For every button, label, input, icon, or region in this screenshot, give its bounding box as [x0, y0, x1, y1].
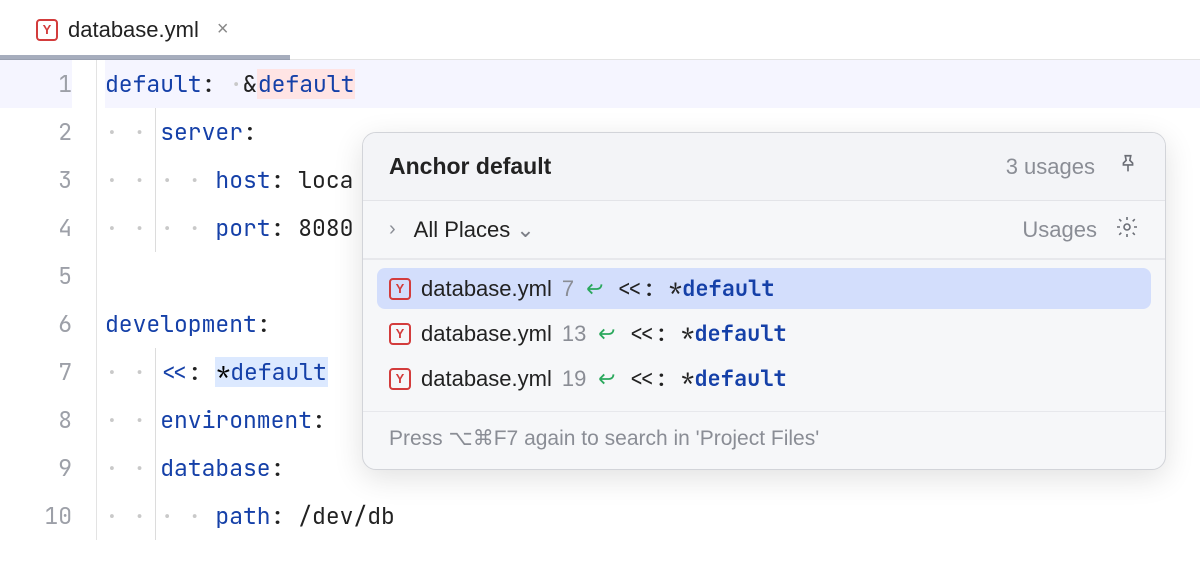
- usage-item[interactable]: Y database.yml 7 <<: *default: [377, 268, 1151, 309]
- tab-filename: database.yml: [68, 17, 199, 43]
- popup-toolbar: › All Places ⌄ Usages: [363, 201, 1165, 259]
- usages-count: 3 usages: [1006, 154, 1095, 180]
- gutter-line: 2: [0, 108, 72, 156]
- tab-bar: Y database.yml ×: [0, 0, 1200, 60]
- chevron-down-icon: ⌄: [516, 217, 534, 243]
- code-line-1[interactable]: default: ·&default: [105, 60, 1200, 108]
- gutter-line: 3: [0, 156, 72, 204]
- gutter-line: 9: [0, 444, 72, 492]
- gutter: 1 2 3 4 5 6 7 8 9 10: [0, 60, 96, 540]
- indent-guide: [155, 108, 156, 252]
- gutter-line: 1: [0, 60, 72, 108]
- close-tab-icon[interactable]: ×: [217, 18, 229, 41]
- gutter-line: 4: [0, 204, 72, 252]
- usage-item[interactable]: Y database.yml 13 <<: *default: [377, 313, 1151, 354]
- indent-guide: [155, 348, 156, 540]
- file-tab[interactable]: Y database.yml ×: [24, 9, 241, 51]
- shortcut-hint: ⌥⌘F7: [449, 427, 519, 450]
- gutter-line: 7: [0, 348, 72, 396]
- gutter-line: 6: [0, 300, 72, 348]
- yaml-file-icon: Y: [389, 323, 411, 345]
- gear-icon[interactable]: [1115, 215, 1139, 244]
- usage-list: Y database.yml 7 <<: *default Y database…: [363, 259, 1165, 411]
- usages-label[interactable]: Usages: [1022, 217, 1097, 243]
- yaml-file-icon: Y: [36, 19, 58, 41]
- gutter-line: 5: [0, 252, 72, 300]
- gutter-line: 10: [0, 492, 72, 540]
- goto-icon: [596, 368, 618, 390]
- yaml-file-icon: Y: [389, 278, 411, 300]
- yaml-file-icon: Y: [389, 368, 411, 390]
- code-line-10[interactable]: · · · · path: /dev/db: [105, 492, 1200, 540]
- scope-dropdown[interactable]: All Places ⌄: [414, 217, 535, 243]
- chevron-right-icon[interactable]: ›: [389, 218, 396, 241]
- usage-item[interactable]: Y database.yml 19 <<: *default: [377, 358, 1151, 399]
- usages-popup: Anchor default 3 usages › All Places ⌄ U…: [362, 132, 1166, 470]
- popup-header: Anchor default 3 usages: [363, 133, 1165, 201]
- gutter-line: 8: [0, 396, 72, 444]
- popup-footer: Press ⌥⌘F7 again to search in 'Project F…: [363, 411, 1165, 469]
- goto-icon: [596, 323, 618, 345]
- pin-icon[interactable]: [1117, 153, 1139, 180]
- popup-title: Anchor default: [389, 153, 551, 180]
- goto-icon: [584, 278, 606, 300]
